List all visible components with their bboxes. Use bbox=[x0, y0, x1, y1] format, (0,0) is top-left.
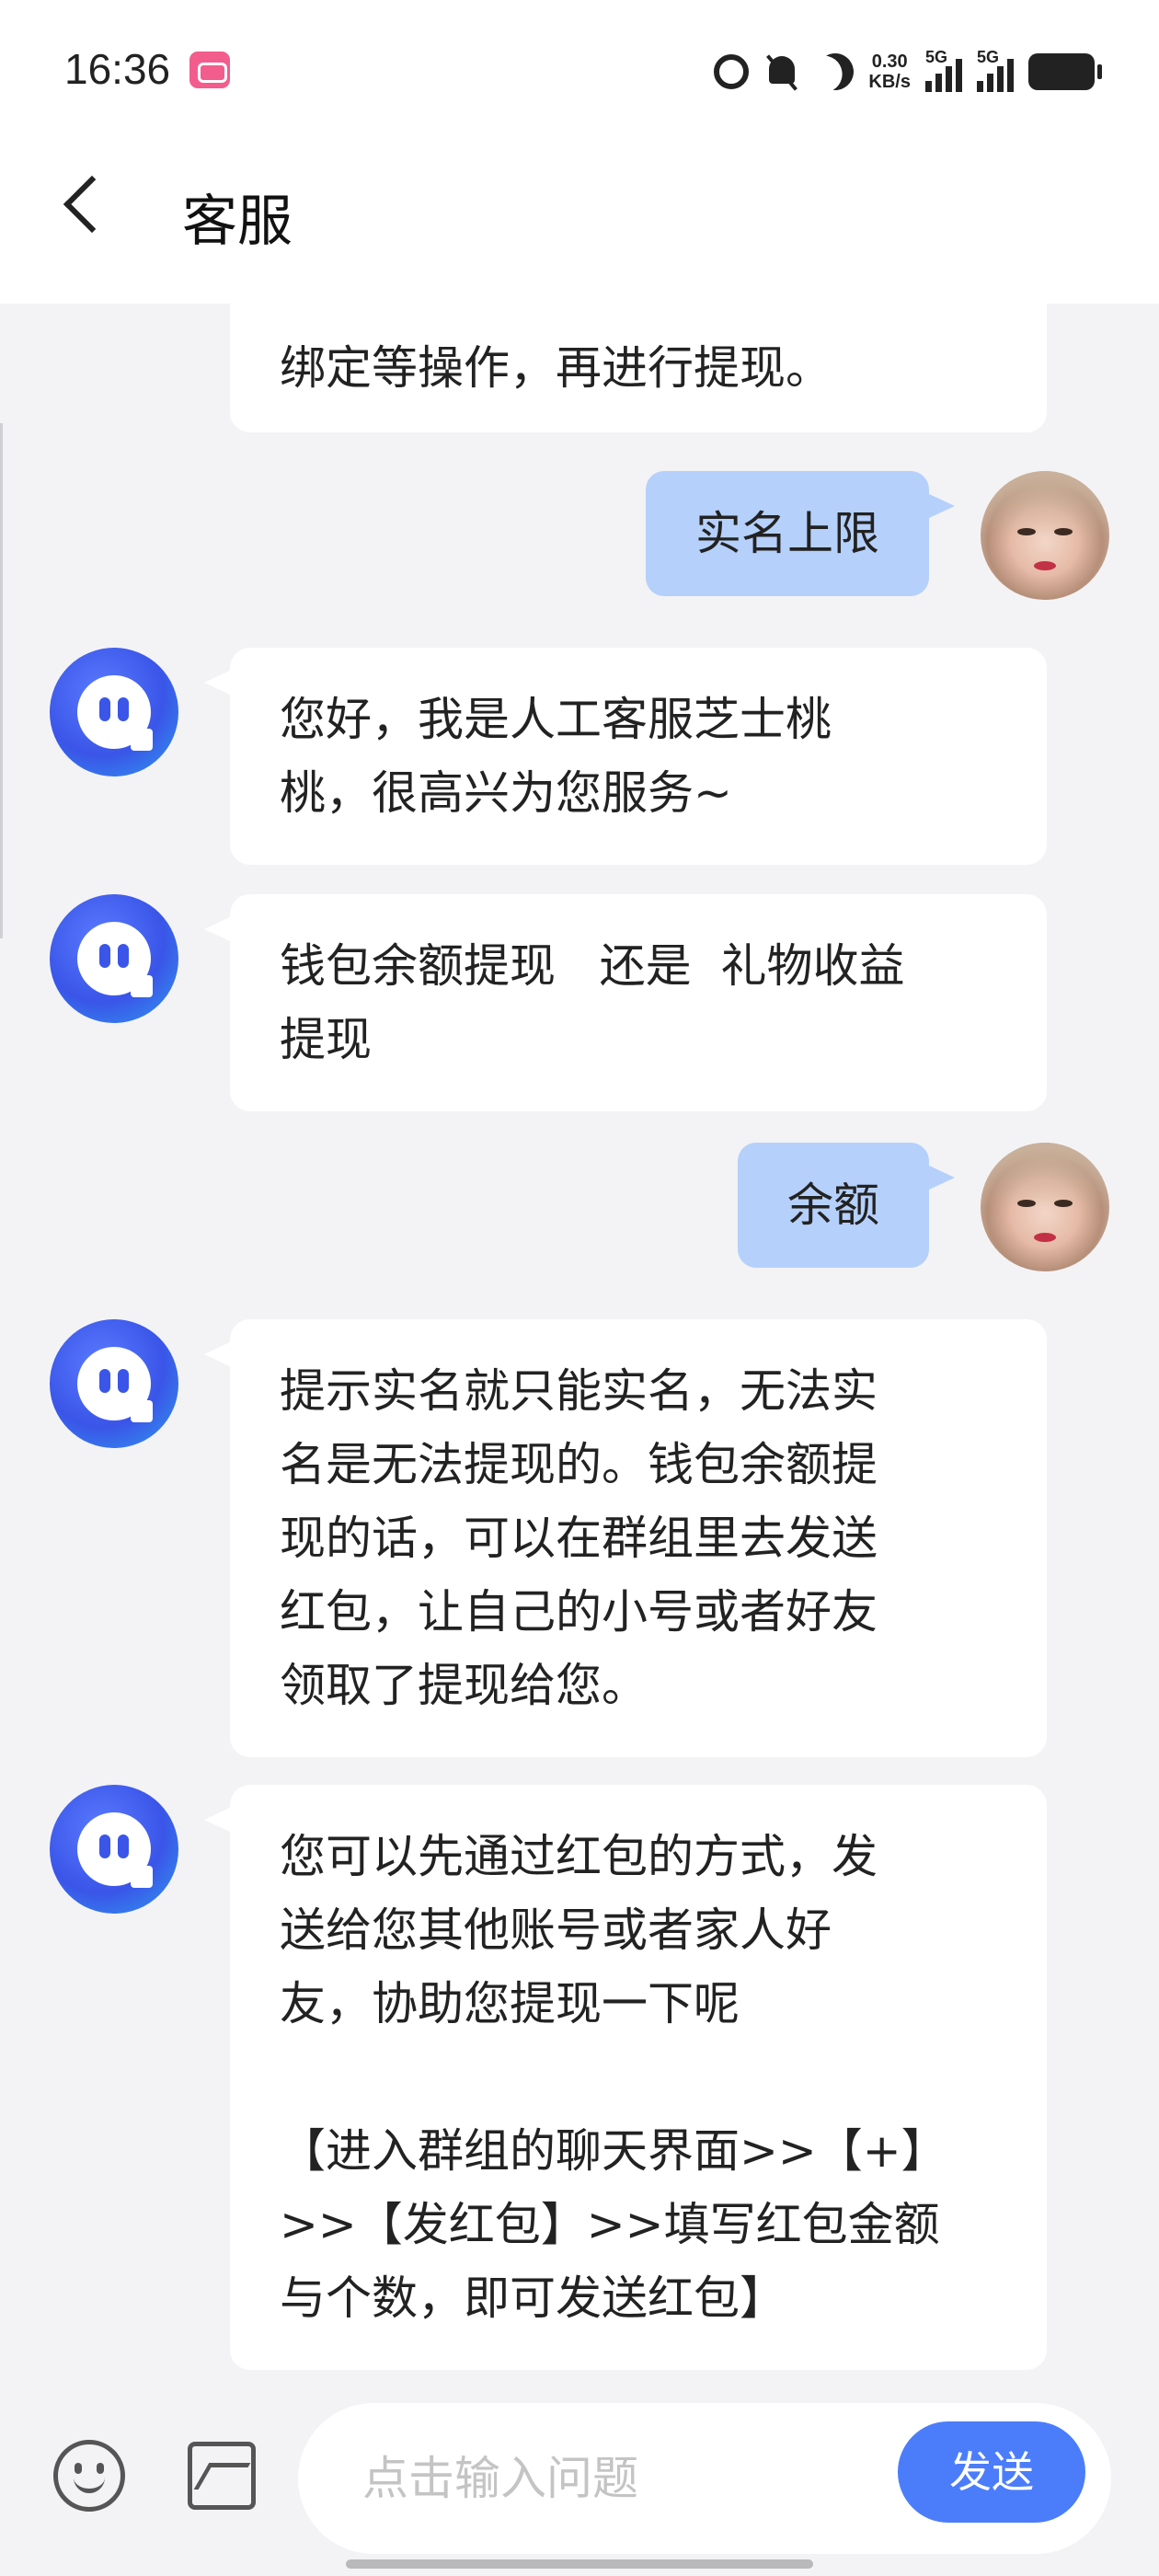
bot-message: 绑定等操作，再进行提现。 bbox=[230, 304, 1047, 432]
message-input[interactable] bbox=[362, 2440, 841, 2517]
signal-icon: 5G bbox=[925, 48, 962, 92]
home-indicator[interactable] bbox=[346, 2559, 813, 2569]
user-message: 余额 bbox=[738, 1143, 955, 1268]
bot-avatar bbox=[50, 894, 178, 1023]
bot-avatar bbox=[50, 1785, 178, 1914]
net-speed-value: 0.30 bbox=[871, 52, 908, 72]
bot-message: 您可以先通过红包的方式，发 送给您其他账号或者家人好 友，协助您提现一下呢 【进… bbox=[204, 1785, 1047, 2370]
message-input-box[interactable]: 发送 bbox=[298, 2403, 1111, 2554]
signal-icon: 5G bbox=[977, 48, 1014, 92]
send-button[interactable]: 发送 bbox=[898, 2421, 1085, 2523]
bot-avatar bbox=[50, 648, 178, 776]
bot-message: 钱包余额提现 还是 礼物收益 提现 bbox=[204, 894, 1047, 1111]
emoji-icon[interactable] bbox=[53, 2440, 125, 2512]
battery-icon bbox=[1028, 53, 1102, 90]
signal-label: 5G bbox=[925, 48, 948, 66]
user-avatar[interactable] bbox=[981, 471, 1109, 600]
image-icon[interactable] bbox=[188, 2442, 256, 2510]
input-bar: 发送 bbox=[0, 2383, 1159, 2576]
bot-message: 您好，我是人工客服芝士桃 桃，很高兴为您服务~ bbox=[204, 648, 1047, 865]
back-arrow-icon[interactable] bbox=[63, 175, 121, 234]
alarm-icon bbox=[714, 54, 750, 89]
user-message: 实名上限 bbox=[646, 471, 955, 596]
page-title: 客服 bbox=[182, 190, 293, 254]
chat-area[interactable]: 绑定等操作，再进行提现。 实名上限 您好，我是人工客服芝士桃 桃，很高兴为您服务… bbox=[0, 304, 1159, 2383]
user-avatar[interactable] bbox=[981, 1143, 1109, 1271]
status-time: 16:36 bbox=[64, 45, 171, 93]
net-speed-unit: KB/s bbox=[868, 72, 911, 92]
network-speed: 0.30 KB/s bbox=[868, 52, 911, 92]
status-icons: 0.30 KB/s 5G 5G bbox=[714, 46, 1102, 98]
app-notification-icon bbox=[189, 52, 230, 88]
bot-message: 提示实名就只能实名，无法实 名是无法提现的。钱包余额提 现的话，可以在群组里去发… bbox=[204, 1319, 1047, 1757]
bell-off-icon bbox=[763, 52, 802, 91]
moon-icon bbox=[810, 47, 861, 98]
top-bar: 16:36 0.30 KB/s 5G 5G 客服 bbox=[0, 0, 1159, 304]
bot-avatar bbox=[50, 1319, 178, 1448]
signal-label: 5G bbox=[977, 48, 1000, 66]
